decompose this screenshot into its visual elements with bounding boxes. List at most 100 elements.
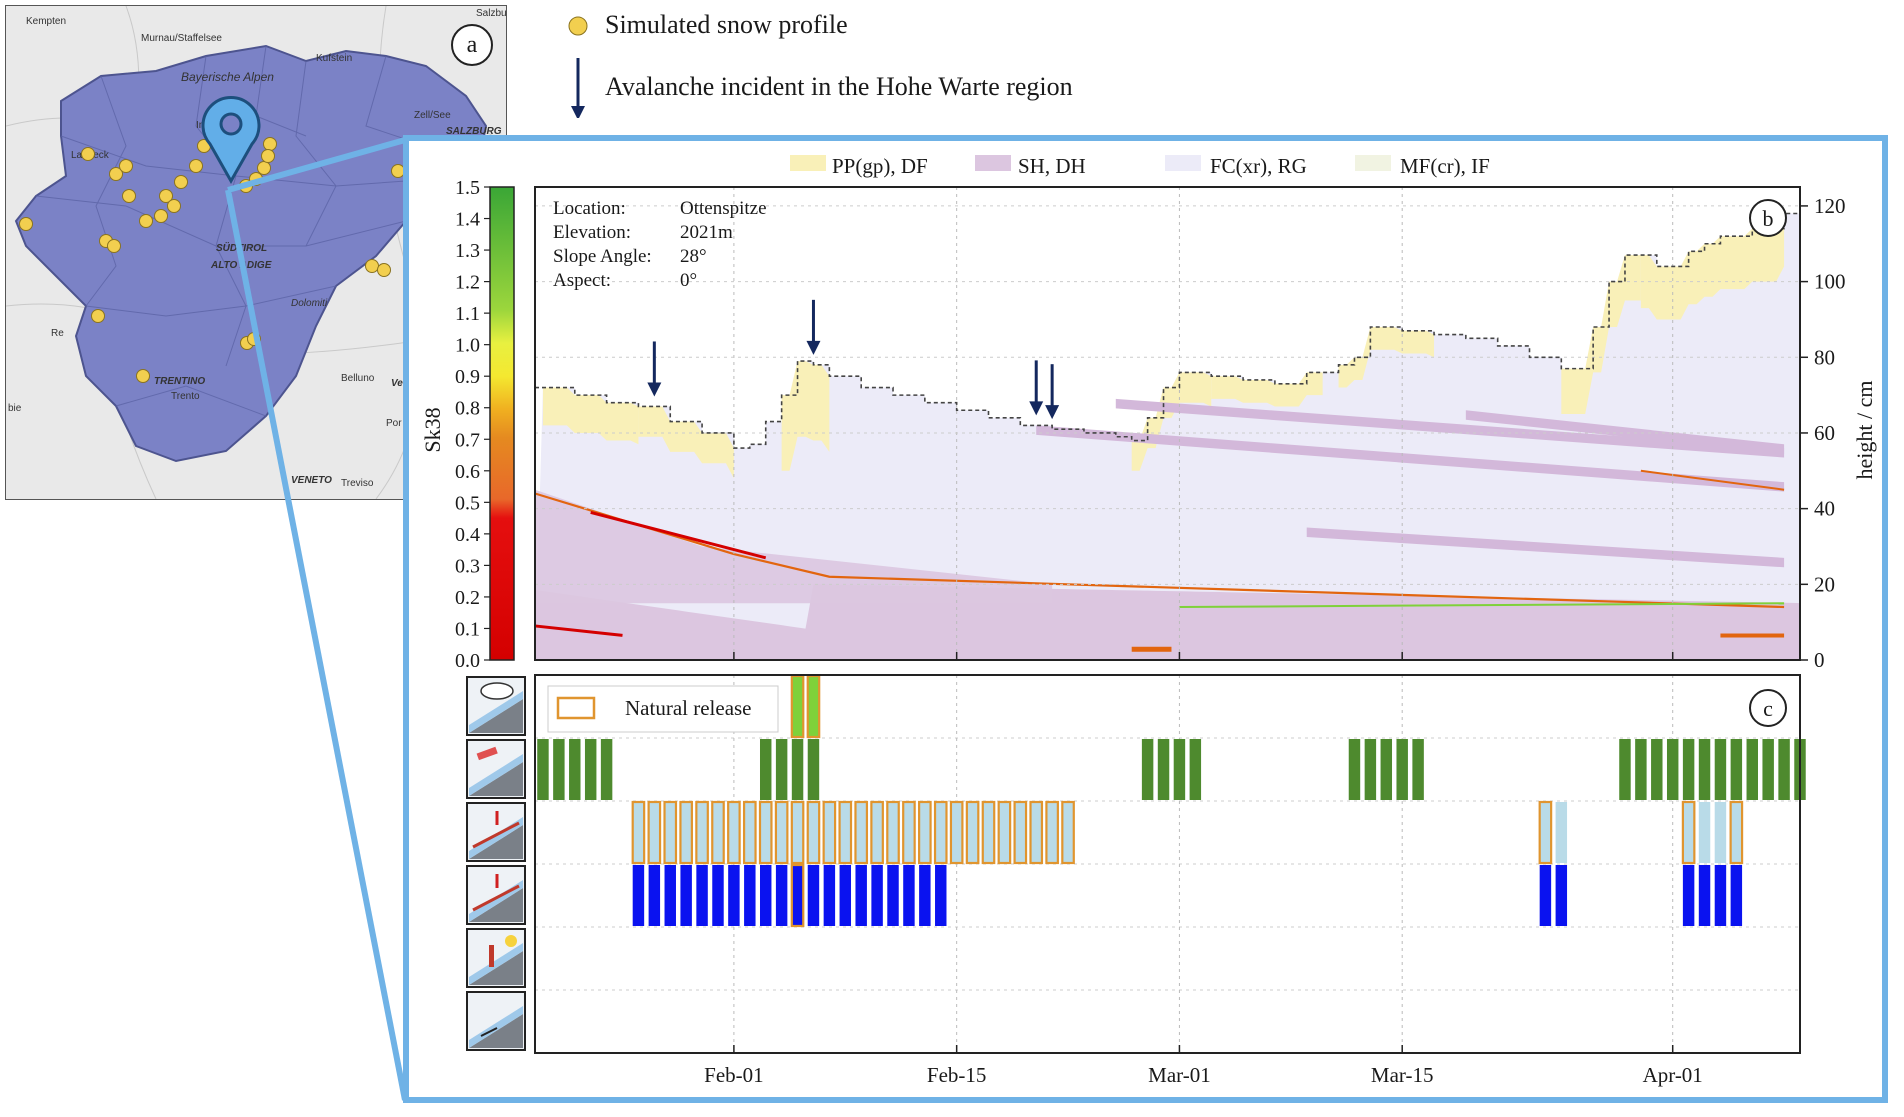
problem-bar — [1681, 800, 1696, 865]
problem-bar — [759, 865, 772, 926]
problem-bar — [696, 865, 708, 926]
panel-c-legend: Natural release — [547, 685, 779, 733]
problem-bar — [1045, 800, 1059, 865]
problem-bar — [711, 800, 725, 865]
colorbar-tick-label: 0.8 — [455, 398, 480, 420]
x-tick-label: Feb-01 — [704, 1063, 764, 1087]
problem-bar — [1396, 739, 1408, 800]
problem-bar — [1635, 739, 1647, 800]
panel-letter-c: c — [1763, 696, 1773, 721]
map-label-salzburg: Salzburg — [476, 8, 506, 19]
wind-drifted-snow-icon — [466, 739, 526, 799]
height-tick-label: 40 — [1814, 497, 1835, 521]
problem-bar — [1729, 800, 1744, 865]
problem-bar — [1730, 865, 1743, 926]
colorbar-label: Sk38 — [420, 407, 445, 452]
panel-c-plot: Feb-01 Feb-15 Mar-01 Mar-15 Apr-01 Natural r… — [534, 674, 1806, 1087]
snow-profile-marker — [136, 369, 150, 383]
problem-bar — [807, 739, 820, 800]
problem-bar — [790, 674, 805, 739]
colorbar-tick-label: 0.6 — [455, 461, 480, 483]
problem-bar — [1538, 800, 1553, 865]
snow-profile-marker — [365, 259, 379, 273]
colorbar-ticks: 1.5 1.4 1.3 1.2 1.1 1.0 0.9 0.8 0.7 0.6 0.5 0.4 0.3 0… — [455, 177, 490, 672]
x-tick-label: Feb-15 — [927, 1063, 987, 1087]
problem-bar — [1013, 800, 1028, 865]
problem-bar — [871, 865, 883, 926]
problem-bar — [935, 865, 947, 926]
wet-snow-icon — [466, 928, 526, 988]
snow-profile-marker — [189, 159, 203, 173]
snow-profile-marker — [249, 172, 263, 186]
problem-bar — [997, 800, 1012, 865]
problem-bar — [584, 739, 597, 800]
x-tick-label: Apr-01 — [1643, 1063, 1703, 1087]
problem-bar — [1364, 739, 1377, 800]
legend-label-fc: FC(xr), RG — [1210, 154, 1307, 178]
problem-bar — [1380, 739, 1393, 800]
problem-bar — [919, 865, 931, 926]
problem-bar — [695, 800, 709, 865]
problem-bar — [918, 800, 932, 865]
map-label-bie: bie — [8, 403, 22, 414]
map-label-belluno: Belluno — [341, 373, 375, 384]
snow-profile-marker — [154, 209, 168, 223]
legend-swatch-sh — [975, 155, 1011, 171]
problem-bar — [1061, 800, 1075, 865]
colorbar-tick-label: 0.1 — [455, 618, 480, 640]
problem-bar — [854, 800, 869, 865]
snow-profile-marker — [257, 161, 271, 175]
problem-bar — [1029, 800, 1044, 865]
map-label-kufstein: Kufstein — [316, 53, 352, 64]
legend-swatch-mf — [1355, 155, 1391, 171]
info-aspect-key: Aspect: — [553, 270, 611, 291]
problem-bar — [887, 865, 899, 926]
problem-bar — [790, 800, 805, 865]
legend-swatch-pp — [790, 155, 826, 171]
problem-bar — [728, 865, 740, 926]
info-location-key: Location: — [553, 198, 626, 219]
problem-bar — [664, 865, 676, 926]
problem-bar — [1714, 739, 1727, 800]
height-tick-label: 120 — [1814, 194, 1846, 218]
problem-bar — [1157, 739, 1170, 800]
map-label-dolomiti: Dolomiti — [291, 298, 328, 309]
problem-bar — [600, 739, 613, 800]
height-axis-label: height / cm — [1852, 381, 1877, 480]
problem-bar — [1730, 739, 1743, 800]
problem-bar — [1714, 802, 1727, 863]
problem-bar — [775, 865, 788, 926]
problem-bar — [886, 800, 900, 865]
colorbar-tick-label: 1.3 — [455, 240, 480, 262]
colorbar-tick-label: 0.5 — [455, 492, 480, 514]
problem-bar — [838, 800, 853, 865]
panel-b-plot: 120 100 80 60 40 20 0 height / cm Location: Ot… — [534, 186, 1877, 672]
problem-bar — [1189, 739, 1202, 800]
problem-bar — [806, 800, 821, 865]
problem-bar — [1682, 739, 1695, 800]
snow-profile-marker — [139, 214, 153, 228]
info-slope-key: Slope Angle: — [553, 246, 652, 267]
problem-bar — [1682, 865, 1695, 926]
problem-bar — [806, 674, 821, 739]
persistent-weak-layer-icon — [466, 802, 526, 862]
colorbar-tick-label: 1.1 — [455, 303, 480, 325]
problem-bar — [949, 800, 964, 865]
height-tick-label: 60 — [1814, 421, 1835, 445]
problem-bar — [680, 865, 692, 926]
map-label-treviso: Treviso — [341, 478, 374, 489]
panel-letter-b: b — [1763, 206, 1774, 231]
problem-bar — [647, 800, 662, 865]
deep-persistent-weak-layer-icon — [466, 865, 526, 925]
colorbar-tick-label: 1.5 — [455, 177, 480, 199]
problem-bar — [742, 800, 757, 865]
new-snow-icon — [466, 676, 526, 736]
info-slope-value: 28° — [680, 246, 707, 267]
info-elevation-key: Elevation: — [553, 222, 631, 243]
problem-bar — [1762, 739, 1774, 800]
snow-profile-marker — [122, 189, 136, 203]
problem-bar — [1698, 739, 1711, 800]
info-elevation-value: 2021m — [680, 222, 733, 243]
problem-bar — [537, 739, 549, 800]
problem-bar — [1698, 865, 1711, 926]
